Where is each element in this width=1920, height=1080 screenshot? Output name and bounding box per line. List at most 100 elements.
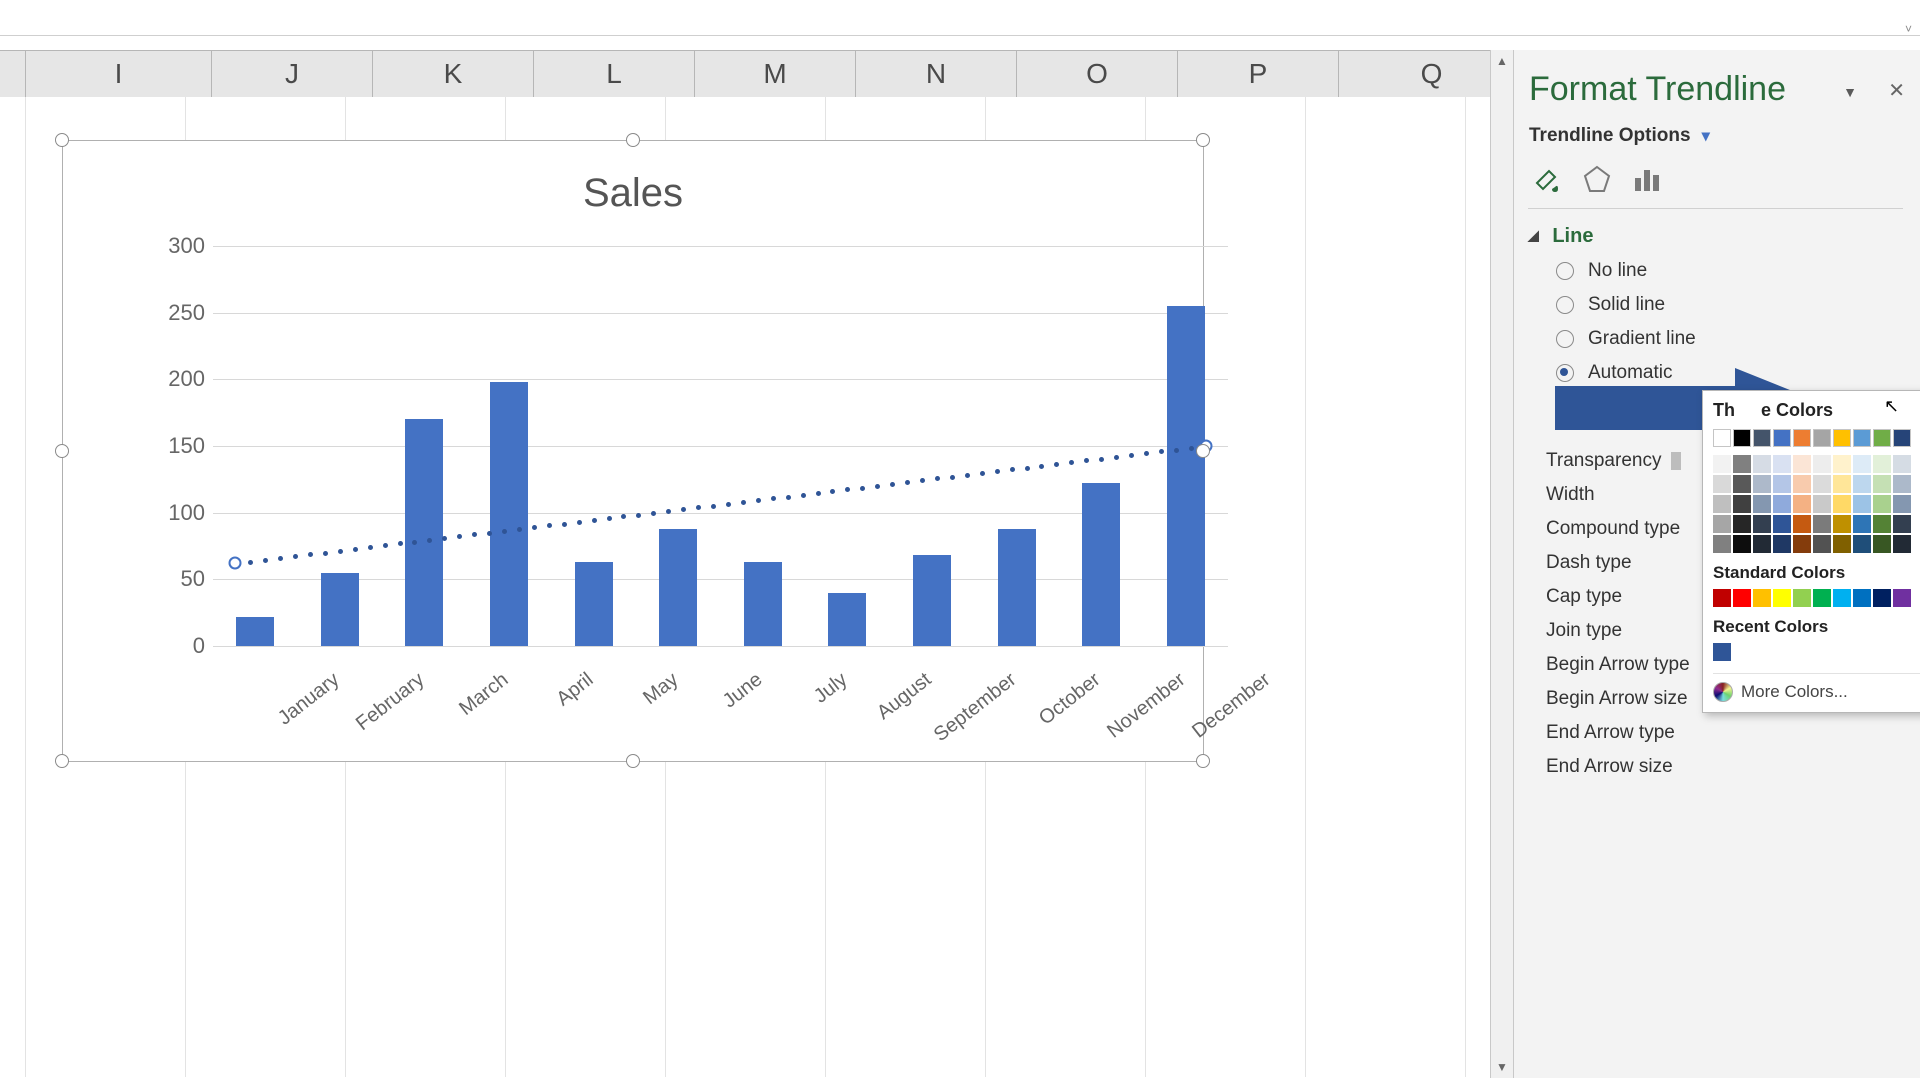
trendline-handle[interactable] (229, 557, 242, 570)
color-swatch[interactable] (1833, 515, 1851, 533)
bar-March[interactable] (405, 419, 443, 646)
radio-no-line[interactable]: No line (1556, 260, 1906, 282)
color-swatch[interactable] (1793, 495, 1811, 513)
close-icon[interactable]: ✕ (1888, 78, 1905, 103)
bar-October[interactable] (998, 529, 1036, 646)
color-swatch[interactable] (1873, 535, 1891, 553)
color-swatch[interactable] (1893, 495, 1911, 513)
bar-April[interactable] (490, 382, 528, 646)
chart-title[interactable]: Sales (63, 171, 1203, 216)
color-swatch[interactable] (1873, 589, 1891, 607)
column-header-J[interactable]: J (212, 51, 373, 97)
scroll-down-icon[interactable]: ▼ (1491, 1056, 1513, 1078)
color-swatch[interactable] (1893, 589, 1911, 607)
color-swatch[interactable] (1753, 495, 1771, 513)
color-swatch[interactable] (1893, 515, 1911, 533)
color-swatch[interactable] (1893, 455, 1911, 473)
color-swatch[interactable] (1713, 475, 1731, 493)
bar-January[interactable] (236, 617, 274, 646)
color-swatch[interactable] (1853, 455, 1871, 473)
color-swatch[interactable] (1773, 515, 1791, 533)
color-swatch[interactable] (1853, 515, 1871, 533)
color-swatch[interactable] (1853, 535, 1871, 553)
chart-object[interactable]: Sales 050100150200250300 JanuaryFebruary… (62, 140, 1202, 760)
resize-handle-sw[interactable] (55, 754, 69, 768)
color-swatch[interactable] (1793, 589, 1811, 607)
column-header-I[interactable]: I (26, 51, 212, 97)
color-swatch[interactable] (1833, 475, 1851, 493)
prop-end-arrow-type[interactable]: End Arrow type (1546, 722, 1906, 744)
color-swatch[interactable] (1713, 589, 1731, 607)
bar-November[interactable] (1082, 483, 1120, 646)
resize-handle-ne[interactable] (1196, 133, 1210, 147)
color-swatch[interactable] (1853, 429, 1871, 447)
formula-bar[interactable]: ˅ (0, 0, 1920, 36)
column-header-K[interactable]: K (373, 51, 534, 97)
color-swatch[interactable] (1713, 429, 1731, 447)
resize-handle-s[interactable] (626, 754, 640, 768)
color-swatch[interactable] (1813, 429, 1831, 447)
column-header-N[interactable]: N (856, 51, 1017, 97)
bar-May[interactable] (575, 562, 613, 646)
color-swatch[interactable] (1893, 535, 1911, 553)
pane-subheader[interactable]: Trendline Options ▾ (1529, 125, 1710, 147)
color-swatch[interactable] (1713, 535, 1731, 553)
color-swatch[interactable] (1793, 535, 1811, 553)
pane-options-dropdown-icon[interactable]: ▼ (1843, 84, 1857, 100)
color-swatch[interactable] (1833, 535, 1851, 553)
color-swatch[interactable] (1733, 429, 1751, 447)
color-swatch[interactable] (1813, 455, 1831, 473)
bar-July[interactable] (744, 562, 782, 646)
color-swatch[interactable] (1773, 455, 1791, 473)
color-swatch[interactable] (1753, 455, 1771, 473)
color-swatch[interactable] (1753, 475, 1771, 493)
line-section-header[interactable]: ◢ Line (1528, 225, 1906, 248)
resize-handle-se[interactable] (1196, 754, 1210, 768)
color-swatch[interactable] (1833, 589, 1851, 607)
color-swatch[interactable] (1753, 589, 1771, 607)
column-headers[interactable]: IJKLMNOPQ (0, 50, 1490, 98)
color-swatch[interactable] (1773, 495, 1791, 513)
plot-area[interactable] (213, 246, 1228, 646)
chart-area[interactable]: Sales 050100150200250300 JanuaryFebruary… (62, 140, 1204, 762)
color-swatch[interactable] (1813, 589, 1831, 607)
color-swatch[interactable] (1853, 495, 1871, 513)
formula-expand-icon[interactable]: ˅ (1905, 22, 1912, 36)
trendline-options-tab-icon[interactable] (1628, 160, 1666, 198)
color-swatch[interactable] (1833, 429, 1851, 447)
color-swatch[interactable] (1873, 455, 1891, 473)
color-swatch[interactable] (1753, 515, 1771, 533)
slider-handle-icon[interactable] (1671, 452, 1681, 470)
color-swatch[interactable] (1873, 429, 1891, 447)
column-header-L[interactable]: L (534, 51, 695, 97)
color-swatch[interactable] (1833, 455, 1851, 473)
color-swatch[interactable] (1733, 455, 1751, 473)
bar-September[interactable] (913, 555, 951, 646)
resize-handle-w[interactable] (55, 444, 69, 458)
resize-handle-nw[interactable] (55, 133, 69, 147)
color-swatch[interactable] (1793, 475, 1811, 493)
column-header-M[interactable]: M (695, 51, 856, 97)
color-swatch[interactable] (1753, 429, 1771, 447)
color-swatch[interactable] (1813, 535, 1831, 553)
color-swatch[interactable] (1713, 495, 1731, 513)
color-swatch[interactable] (1773, 429, 1791, 447)
effects-tab-icon[interactable] (1578, 160, 1616, 198)
radio-solid-line[interactable]: Solid line (1556, 294, 1906, 316)
color-swatch[interactable] (1773, 589, 1791, 607)
color-swatch[interactable] (1713, 515, 1731, 533)
column-header-O[interactable]: O (1017, 51, 1178, 97)
bar-February[interactable] (321, 573, 359, 646)
resize-handle-e[interactable] (1196, 444, 1210, 458)
color-swatch[interactable] (1753, 535, 1771, 553)
color-swatch[interactable] (1873, 495, 1891, 513)
color-swatch[interactable] (1813, 475, 1831, 493)
resize-handle-n[interactable] (626, 133, 640, 147)
prop-end-arrow-size[interactable]: End Arrow size (1546, 756, 1906, 778)
scroll-up-icon[interactable]: ▲ (1491, 50, 1513, 72)
color-swatch[interactable] (1853, 475, 1871, 493)
color-swatch[interactable] (1713, 643, 1731, 661)
color-swatch[interactable] (1873, 475, 1891, 493)
color-swatch[interactable] (1733, 515, 1751, 533)
color-swatch[interactable] (1813, 515, 1831, 533)
